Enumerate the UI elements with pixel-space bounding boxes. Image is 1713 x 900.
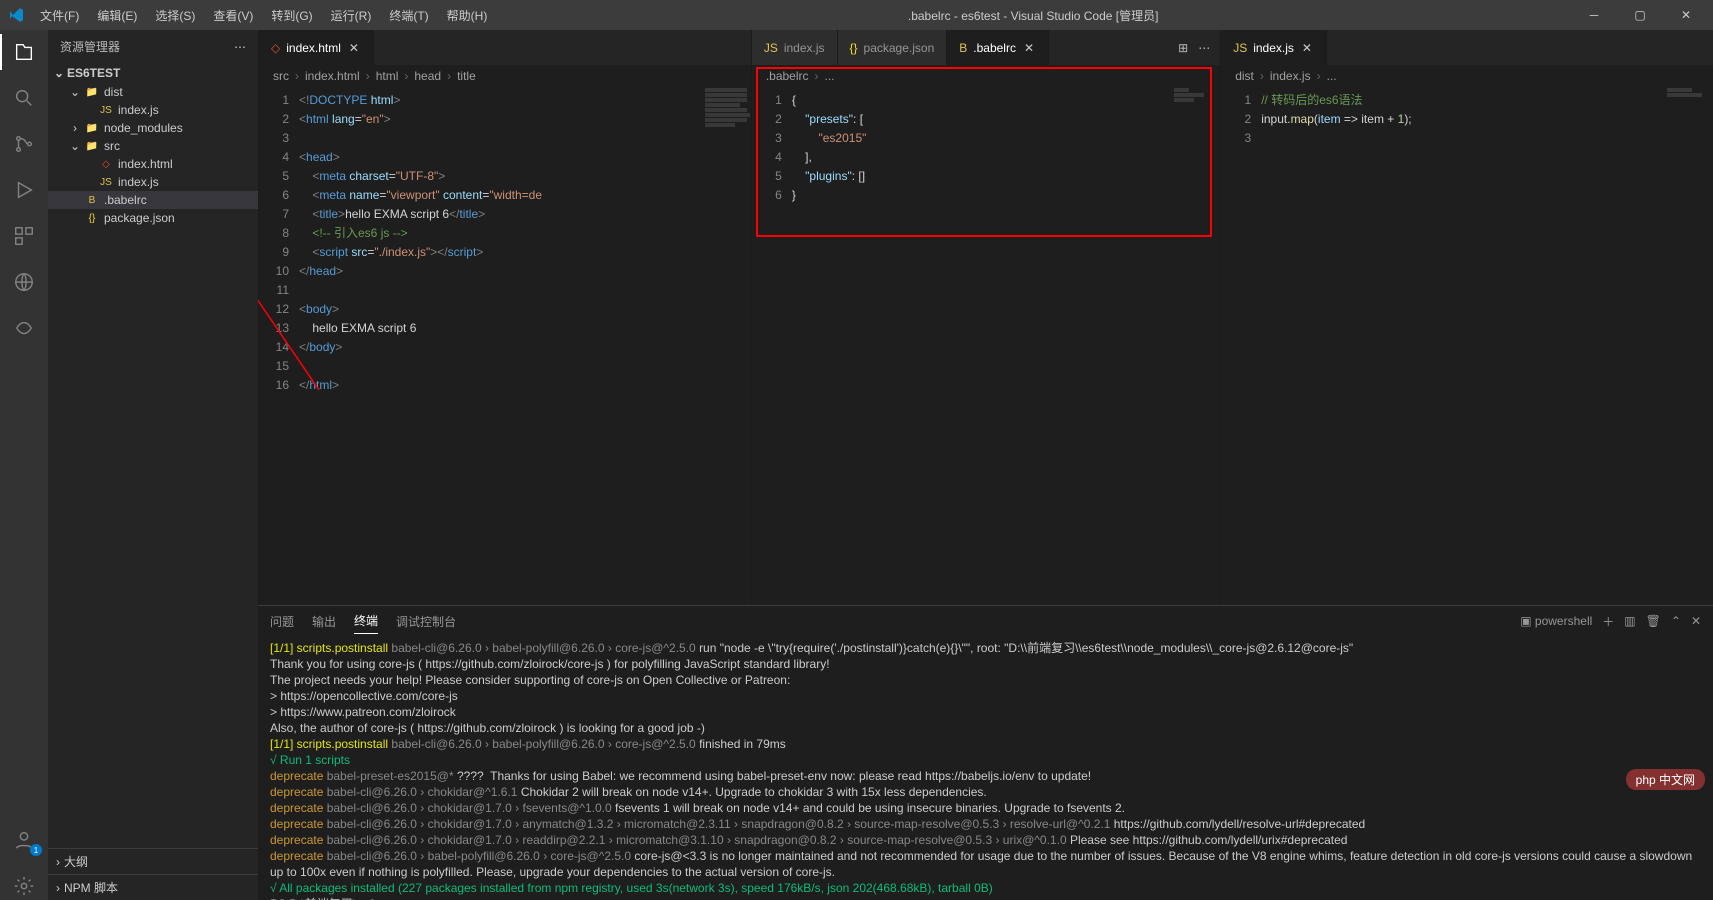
badge: 1	[30, 844, 42, 856]
menu-item[interactable]: 文件(F)	[32, 3, 87, 28]
share-icon[interactable]	[10, 314, 38, 342]
npm-scripts-section[interactable]: ›NPM 脚本	[48, 874, 258, 900]
explorer-more-icon[interactable]: ⋯	[234, 40, 246, 54]
remote-icon[interactable]	[10, 268, 38, 296]
breadcrumb-item[interactable]: ...	[1327, 69, 1337, 83]
maximize-button[interactable]: ▢	[1617, 0, 1663, 30]
window-title: .babelrc - es6test - Visual Studio Code …	[495, 7, 1571, 24]
tree-item[interactable]: ◇index.html	[48, 155, 258, 173]
tree-item[interactable]: ⌄📁dist	[48, 83, 258, 101]
breadcrumb-item[interactable]: title	[457, 69, 476, 83]
close-icon[interactable]: ✕	[347, 41, 361, 55]
tree-item[interactable]: {}package.json	[48, 209, 258, 227]
kill-terminal-icon[interactable]: 🗑	[1646, 614, 1661, 628]
menu-item[interactable]: 编辑(E)	[89, 3, 145, 28]
panel-tab[interactable]: 终端	[354, 608, 378, 634]
panel-tab[interactable]: 输出	[312, 609, 336, 634]
menu-item[interactable]: 终端(T)	[381, 3, 436, 28]
explorer-title: 资源管理器	[60, 38, 120, 55]
editor-tab[interactable]: ◇index.html✕	[259, 30, 374, 65]
explorer-icon[interactable]	[10, 38, 38, 66]
breadcrumb-item[interactable]: index.js	[1270, 69, 1311, 83]
tree-item[interactable]: JSindex.js	[48, 173, 258, 191]
editor-tab[interactable]: JSindex.js	[752, 30, 838, 65]
breadcrumb-item[interactable]: src	[273, 69, 289, 83]
menu-item[interactable]: 帮助(H)	[439, 3, 496, 28]
menu-item[interactable]: 查看(V)	[205, 3, 261, 28]
breadcrumb-item[interactable]: ...	[825, 69, 835, 83]
run-debug-icon[interactable]	[10, 176, 38, 204]
menu-item[interactable]: 运行(R)	[323, 3, 380, 28]
editor-tab[interactable]: {}package.json	[838, 30, 948, 65]
tree-item[interactable]: B.babelrc	[48, 191, 258, 209]
breadcrumb-item[interactable]: html	[376, 69, 399, 83]
editor-tab[interactable]: JSindex.js✕	[1221, 30, 1327, 65]
breadcrumb-item[interactable]: .babelrc	[766, 69, 809, 83]
tab-action-icon[interactable]: ⋯	[1198, 41, 1210, 55]
tree-item[interactable]: JSindex.js	[48, 101, 258, 119]
tab-action-icon[interactable]: ⊞	[1178, 41, 1188, 55]
close-button[interactable]: ✕	[1663, 0, 1709, 30]
menu-item[interactable]: 选择(S)	[147, 3, 203, 28]
search-icon[interactable]	[10, 84, 38, 112]
terminal-output[interactable]: [1/1] scripts.postinstall babel-cli@6.26…	[258, 636, 1713, 900]
panel-tab[interactable]: 问题	[270, 609, 294, 634]
accounts-icon[interactable]: 1	[10, 826, 38, 854]
close-panel-icon[interactable]: ✕	[1691, 614, 1701, 628]
breadcrumb-item[interactable]: head	[414, 69, 441, 83]
source-control-icon[interactable]	[10, 130, 38, 158]
tree-item[interactable]: ›📁node_modules	[48, 119, 258, 137]
tree-item[interactable]: ⌄📁src	[48, 137, 258, 155]
close-icon[interactable]: ✕	[1300, 41, 1314, 55]
close-icon[interactable]: ✕	[1022, 41, 1036, 55]
maximize-panel-icon[interactable]: ⌃	[1671, 614, 1681, 628]
project-root[interactable]: ⌄ES6TEST	[48, 63, 258, 83]
new-terminal-button[interactable]: ＋	[1602, 613, 1614, 630]
editor-tab[interactable]: B.babelrc✕	[947, 30, 1049, 65]
menu-item[interactable]: 转到(G)	[263, 3, 320, 28]
breadcrumb-item[interactable]: index.html	[305, 69, 360, 83]
outline-section[interactable]: ›大纲	[48, 848, 258, 874]
vscode-icon	[4, 3, 28, 27]
watermark: php 中文网	[1626, 769, 1705, 790]
gear-icon[interactable]	[10, 872, 38, 900]
split-terminal-icon[interactable]: ▥	[1624, 614, 1635, 628]
terminal-shell-label[interactable]: ▣ powershell	[1520, 614, 1592, 628]
extensions-icon[interactable]	[10, 222, 38, 250]
panel-tab[interactable]: 调试控制台	[396, 609, 456, 634]
minimize-button[interactable]: ─	[1571, 0, 1617, 30]
breadcrumb-item[interactable]: dist	[1235, 69, 1254, 83]
